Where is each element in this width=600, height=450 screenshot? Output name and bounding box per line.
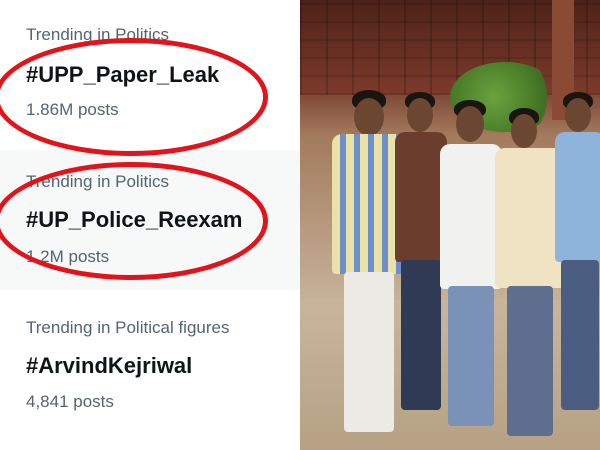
trend-context: Trending in Political figures <box>26 318 230 337</box>
highlight-circle <box>0 162 268 280</box>
trend-post-count: 4,841 posts <box>26 392 114 411</box>
trending-panel: Trending in Politics #UPP_Paper_Leak 1.8… <box>0 0 300 450</box>
highlight-circle <box>0 38 268 156</box>
crowd-photo <box>300 0 600 450</box>
trend-hashtag[interactable]: #ArvindKejriwal <box>26 353 192 379</box>
trend-item[interactable]: Trending in Political figures #ArvindKej… <box>0 290 300 450</box>
